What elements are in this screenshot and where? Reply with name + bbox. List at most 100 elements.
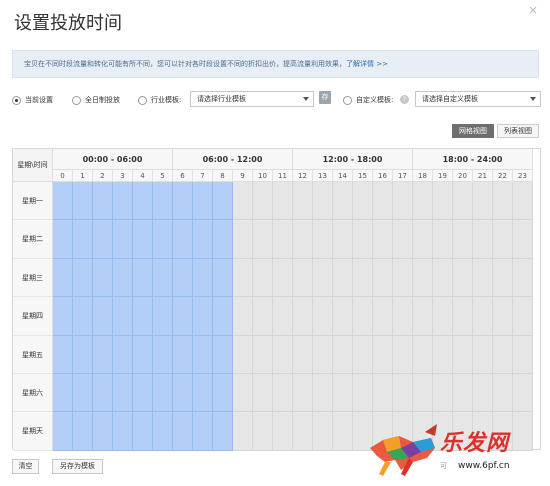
schedule-cell-selected[interactable]: [133, 220, 153, 259]
schedule-cell[interactable]: [313, 412, 333, 451]
hour-header[interactable]: 15: [353, 170, 373, 182]
schedule-cell[interactable]: [493, 374, 513, 413]
schedule-cell-selected[interactable]: [73, 335, 93, 374]
schedule-cell-selected[interactable]: [193, 220, 213, 259]
schedule-cell[interactable]: [513, 258, 533, 298]
radio-current-setting[interactable]: 当前设置: [12, 95, 53, 105]
schedule-cell-selected[interactable]: [93, 412, 113, 451]
schedule-cell[interactable]: [333, 258, 353, 298]
schedule-cell-selected[interactable]: [193, 182, 213, 221]
hour-header[interactable]: 3: [113, 170, 133, 182]
schedule-cell-selected[interactable]: [133, 182, 153, 221]
schedule-cell-selected[interactable]: [213, 182, 233, 221]
schedule-cell-selected[interactable]: [93, 297, 113, 336]
schedule-cell-selected[interactable]: [53, 258, 73, 298]
schedule-cell-selected[interactable]: [113, 297, 133, 336]
schedule-cell[interactable]: [493, 182, 513, 221]
schedule-cell-selected[interactable]: [153, 374, 173, 413]
schedule-cell[interactable]: [433, 297, 453, 336]
schedule-cell[interactable]: [273, 182, 293, 221]
list-view-button[interactable]: 列表视图: [497, 124, 539, 138]
schedule-cell-selected[interactable]: [93, 258, 113, 298]
schedule-cell-selected[interactable]: [53, 374, 73, 413]
hour-header[interactable]: 7: [193, 170, 213, 182]
schedule-cell-selected[interactable]: [193, 374, 213, 413]
schedule-cell-selected[interactable]: [153, 412, 173, 451]
schedule-cell[interactable]: [433, 220, 453, 259]
schedule-cell[interactable]: [493, 258, 513, 298]
schedule-cell[interactable]: [413, 297, 433, 336]
hour-header[interactable]: 10: [253, 170, 273, 182]
custom-template-select[interactable]: 请选择自定义模板: [415, 91, 541, 107]
hour-header[interactable]: 4: [133, 170, 153, 182]
schedule-cell[interactable]: [333, 297, 353, 336]
help-icon[interactable]: ?: [400, 95, 409, 104]
schedule-cell[interactable]: [393, 297, 413, 336]
schedule-cell[interactable]: [253, 182, 273, 221]
day-row-header[interactable]: 星期三: [13, 258, 53, 298]
schedule-cell[interactable]: [233, 335, 253, 374]
radio-all-day[interactable]: 全日制投放: [72, 95, 120, 105]
schedule-cell-selected[interactable]: [93, 335, 113, 374]
radio-custom-template[interactable]: 自定义模板:: [343, 95, 393, 105]
schedule-cell[interactable]: [293, 412, 313, 451]
schedule-cell-selected[interactable]: [133, 412, 153, 451]
schedule-cell-selected[interactable]: [173, 220, 193, 259]
close-icon[interactable]: ×: [528, 3, 538, 17]
schedule-cell-selected[interactable]: [213, 412, 233, 451]
schedule-cell[interactable]: [353, 220, 373, 259]
hour-header[interactable]: 13: [313, 170, 333, 182]
radio-industry-template[interactable]: 行业模板:: [138, 95, 181, 105]
hour-header[interactable]: 14: [333, 170, 353, 182]
schedule-cell-selected[interactable]: [173, 374, 193, 413]
schedule-cell-selected[interactable]: [153, 335, 173, 374]
schedule-cell[interactable]: [433, 258, 453, 298]
schedule-cell[interactable]: [373, 374, 393, 413]
schedule-cell[interactable]: [473, 297, 493, 336]
hour-header[interactable]: 0: [53, 170, 73, 182]
hour-header[interactable]: 2: [93, 170, 113, 182]
schedule-cell-selected[interactable]: [133, 335, 153, 374]
schedule-cell-selected[interactable]: [133, 374, 153, 413]
schedule-cell-selected[interactable]: [113, 258, 133, 298]
hour-header[interactable]: 12: [293, 170, 313, 182]
schedule-cell-selected[interactable]: [213, 220, 233, 259]
schedule-cell-selected[interactable]: [133, 258, 153, 298]
schedule-cell-selected[interactable]: [73, 182, 93, 221]
schedule-cell[interactable]: [393, 220, 413, 259]
schedule-cell[interactable]: [353, 258, 373, 298]
schedule-cell[interactable]: [313, 220, 333, 259]
schedule-cell[interactable]: [373, 220, 393, 259]
schedule-cell[interactable]: [273, 297, 293, 336]
schedule-cell[interactable]: [453, 297, 473, 336]
hour-header[interactable]: 6: [173, 170, 193, 182]
schedule-cell[interactable]: [333, 182, 353, 221]
schedule-cell[interactable]: [293, 182, 313, 221]
schedule-cell-selected[interactable]: [113, 182, 133, 221]
save-as-template-button[interactable]: 另存为模板: [52, 459, 103, 474]
schedule-cell-selected[interactable]: [173, 297, 193, 336]
schedule-cell-selected[interactable]: [53, 335, 73, 374]
schedule-cell-selected[interactable]: [193, 412, 213, 451]
schedule-cell[interactable]: [373, 335, 393, 374]
schedule-cell[interactable]: [293, 297, 313, 336]
schedule-cell-selected[interactable]: [73, 412, 93, 451]
schedule-cell[interactable]: [473, 258, 493, 298]
day-row-header[interactable]: 星期一: [13, 182, 53, 221]
hour-header[interactable]: 11: [273, 170, 293, 182]
schedule-cell[interactable]: [453, 335, 473, 374]
schedule-cell-selected[interactable]: [73, 297, 93, 336]
schedule-cell-selected[interactable]: [213, 374, 233, 413]
day-row-header[interactable]: 星期天: [13, 412, 53, 451]
schedule-cell[interactable]: [393, 374, 413, 413]
schedule-cell[interactable]: [253, 297, 273, 336]
schedule-cell-selected[interactable]: [93, 220, 113, 259]
schedule-cell[interactable]: [253, 220, 273, 259]
schedule-cell[interactable]: [353, 297, 373, 336]
schedule-cell[interactable]: [493, 297, 513, 336]
schedule-cell[interactable]: [353, 374, 373, 413]
hour-header[interactable]: 8: [213, 170, 233, 182]
hour-header[interactable]: 16: [373, 170, 393, 182]
schedule-cell[interactable]: [473, 335, 493, 374]
schedule-cell[interactable]: [253, 258, 273, 298]
